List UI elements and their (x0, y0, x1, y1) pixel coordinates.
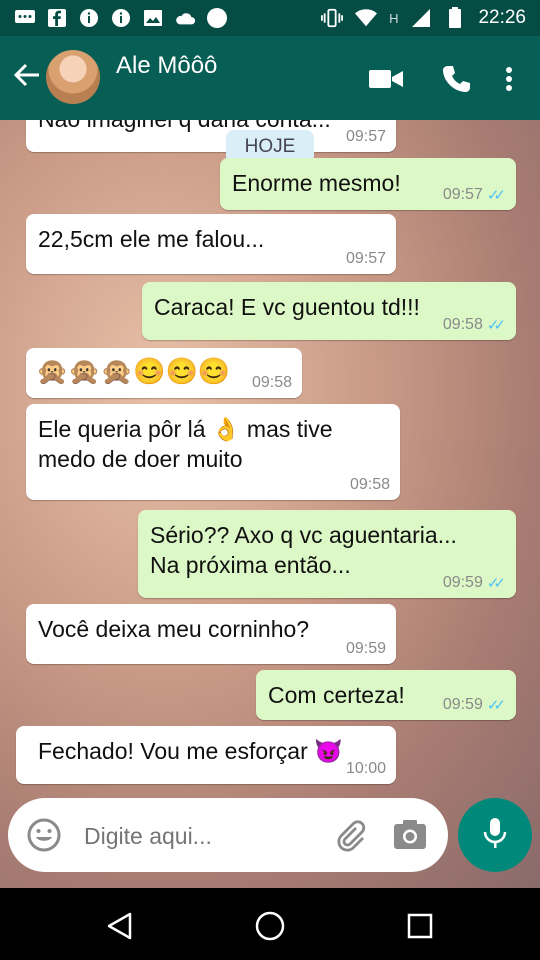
facebook-icon (46, 7, 68, 29)
signal-icon (410, 7, 432, 29)
message-text: Ele queria pôr lá 👌 mas tive medo de doe… (38, 416, 333, 472)
status-bar: H 22:26 (0, 0, 540, 36)
message-meta: 09:57 ✓✓ (443, 186, 506, 204)
mic-icon (482, 816, 508, 855)
message-text: Fechado! Vou me esforçar 😈 (38, 738, 343, 764)
nav-back-icon[interactable] (100, 906, 140, 946)
message-incoming[interactable]: 22,5cm ele me falou... 09:57 (26, 214, 396, 274)
clock: 22:26 (478, 7, 526, 28)
message-text: Sério?? Axo q vc aguentaria... Na próxim… (150, 522, 457, 578)
message-time: 09:59 (442, 574, 483, 591)
message-incoming[interactable]: Não imaginei q daria conta... 09:57 (26, 120, 396, 152)
message-input[interactable] (82, 814, 326, 858)
system-nav-bar (0, 888, 540, 960)
cloud-icon (174, 7, 196, 29)
message-time: 09:58 (442, 316, 483, 333)
circle-icon (206, 7, 228, 29)
read-ticks-icon: ✓✓ (486, 575, 506, 592)
message-meta: 09:59 ✓✓ (443, 696, 506, 714)
message-incoming[interactable]: 🙊🙊🙊😊😊😊 09:58 (26, 348, 302, 398)
back-arrow-icon[interactable] (10, 60, 44, 94)
message-outgoing[interactable]: Com certeza! 09:59 ✓✓ (256, 670, 516, 720)
message-time: 09:59 (442, 696, 483, 713)
message-meta: 09:59 ✓✓ (443, 574, 506, 592)
message-outgoing[interactable]: Caraca! E vc guentou td!!! 09:58 ✓✓ (142, 282, 516, 340)
read-ticks-icon: ✓✓ (486, 317, 506, 334)
camera-icon[interactable] (392, 818, 428, 857)
attach-icon[interactable] (334, 818, 368, 857)
message-time: 09:58 (349, 476, 390, 493)
nav-home-icon[interactable] (250, 906, 290, 946)
message-time: 09:57 (345, 250, 386, 267)
message-text: Você deixa meu corninho? (38, 616, 310, 642)
message-incoming[interactable]: Ele queria pôr lá 👌 mas tive medo de doe… (26, 404, 400, 500)
message-composer (8, 798, 448, 872)
message-time: 10:00 (345, 760, 386, 777)
message-text: Enorme mesmo! (232, 170, 401, 196)
message-outgoing[interactable]: Sério?? Axo q vc aguentaria... Na próxim… (138, 510, 516, 598)
message-text: Caraca! E vc guentou td!!! (154, 294, 420, 320)
more-vert-icon[interactable] (494, 62, 524, 96)
notification-icons (0, 7, 228, 29)
network-type-label: H (389, 11, 399, 26)
message-time: 09:58 (251, 374, 292, 391)
message-text: 22,5cm ele me falou... (38, 226, 265, 252)
image-icon (142, 7, 164, 29)
avatar[interactable] (46, 50, 100, 104)
message-text: Com certeza! (268, 682, 405, 708)
info-icon (110, 7, 132, 29)
info-icon (78, 7, 100, 29)
phone-icon[interactable] (438, 62, 474, 96)
message-incoming[interactable]: Você deixa meu corninho? 09:59 (26, 604, 396, 664)
message-time: 09:57 (345, 128, 386, 145)
read-ticks-icon: ✓✓ (486, 187, 506, 204)
mic-button[interactable] (458, 798, 532, 872)
nav-recents-icon[interactable] (400, 906, 440, 946)
chat-header: Ale Môôô (0, 36, 540, 120)
message-time: 09:59 (345, 640, 386, 657)
read-ticks-icon: ✓✓ (486, 697, 506, 714)
emoji-message: 🙊🙊🙊😊😊😊 (36, 356, 231, 386)
message-icon (14, 7, 36, 29)
battery-icon (444, 7, 466, 29)
video-call-icon[interactable] (368, 62, 404, 96)
emoji-icon[interactable] (26, 817, 62, 858)
message-outgoing[interactable]: Enorme mesmo! 09:57 ✓✓ (220, 158, 516, 210)
wifi-icon (355, 7, 378, 29)
chat-area[interactable]: Não imaginei q daria conta... 09:57 HOJE… (0, 120, 540, 888)
vibrate-icon (321, 7, 344, 29)
message-incoming[interactable]: Fechado! Vou me esforçar 😈 10:00 (16, 726, 396, 784)
contact-name[interactable]: Ale Môôô (116, 52, 217, 80)
message-time: 09:57 (442, 186, 483, 203)
message-meta: 09:58 ✓✓ (443, 316, 506, 334)
